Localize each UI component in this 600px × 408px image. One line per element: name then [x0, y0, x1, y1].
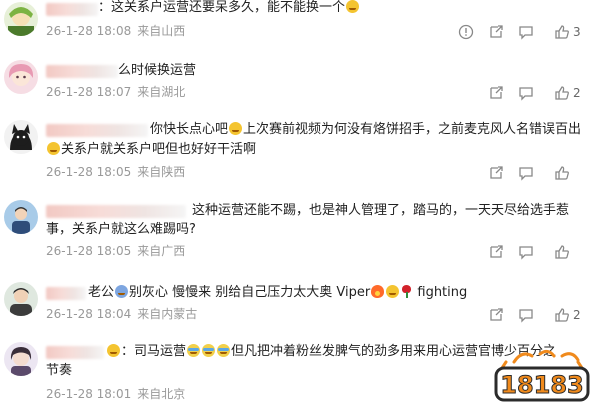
like-count: 3 — [573, 25, 581, 39]
reply-icon[interactable] — [518, 307, 534, 323]
comment-date: 26-1-28 18:08 — [46, 24, 132, 38]
like-count: 2 — [573, 308, 581, 322]
username-blurred[interactable] — [46, 124, 148, 137]
comment-location: 来自山西 — [137, 24, 186, 38]
comment-text: 么时候换运营 — [118, 63, 197, 78]
username-blurred[interactable] — [46, 3, 98, 16]
comment-meta: 26-1-28 18:08 来自山西 — [46, 22, 185, 39]
emoji-icon — [202, 344, 216, 357]
comment-meta: 26-1-28 18:04 来自内蒙古 — [46, 305, 197, 322]
watermark-text: 18183 — [500, 371, 584, 399]
comment-text: 老公 别灰心 慢慢来 别给自己压力太大奥 Viper fighting — [88, 285, 468, 300]
comment-actions — [430, 244, 600, 260]
comment-date: 26-1-28 18:05 — [46, 165, 132, 179]
reply-icon[interactable] — [518, 244, 534, 260]
comment-text: ：这关系户运营还要呆多久，能不能换一个 — [98, 0, 360, 17]
comment-item: 么时候换运营 26-1-28 18:07 来自湖北 2 — [0, 60, 600, 120]
comment-actions — [430, 165, 600, 181]
emoji-icon — [229, 122, 243, 135]
comment-actions: 3 — [430, 24, 600, 40]
reply-icon[interactable] — [518, 165, 534, 181]
comment-location: 来自北京 — [137, 387, 186, 401]
avatar[interactable] — [4, 120, 38, 154]
comment-text: 事，关系户就这么难踢吗? — [46, 222, 196, 237]
comment-text: ：司马运营 但凡把冲着粉丝发脾气的劲多用来用心运营官博少百分之 — [106, 343, 556, 361]
avatar[interactable] — [4, 342, 38, 376]
comment-text: 你快长点心吧 上次赛前视频为何没有烙饼招手，之前麦克风人名错误百出 — [150, 122, 582, 137]
warning-icon[interactable] — [458, 24, 474, 40]
comment-location: 来自广西 — [137, 244, 186, 258]
username-blurred[interactable] — [46, 65, 118, 78]
comment-location: 来自内蒙古 — [137, 307, 198, 321]
comment-text: 关系户就关系户吧但也好好干活啊 — [46, 141, 256, 159]
comment-actions: 2 — [430, 85, 600, 101]
share-icon[interactable] — [488, 85, 504, 101]
emoji-icon — [115, 285, 129, 298]
like-count: 2 — [573, 86, 581, 100]
comment-date: 26-1-28 18:07 — [46, 85, 132, 99]
flower-emoji-icon — [401, 285, 412, 298]
emoji-icon — [107, 344, 120, 357]
share-icon[interactable] — [488, 24, 504, 40]
comment-meta: 26-1-28 18:05 来自广西 — [46, 242, 185, 259]
like-icon[interactable] — [554, 165, 570, 181]
watermark-logo: 18183 — [492, 348, 592, 404]
like-icon[interactable] — [554, 307, 570, 323]
emoji-icon — [187, 344, 201, 357]
comment-item: 你快长点心吧 上次赛前视频为何没有烙饼招手，之前麦克风人名错误百出 关系户就关系户… — [0, 118, 600, 198]
share-icon[interactable] — [488, 165, 504, 181]
avatar[interactable] — [4, 60, 38, 94]
comment-meta: 26-1-28 18:07 来自湖北 — [46, 83, 185, 100]
share-icon[interactable] — [488, 307, 504, 323]
comment-item: 这种运营还能不踢，也是神人管理了，踏马的，一天天尽给选手惹 事，关系户就这么难踢… — [0, 200, 600, 278]
comment-actions: 2 — [430, 307, 600, 323]
reply-icon[interactable] — [518, 24, 534, 40]
avatar[interactable] — [4, 200, 38, 234]
username-blurred[interactable] — [46, 346, 104, 359]
avatar[interactable] — [4, 2, 38, 36]
comment-date: 26-1-28 18:04 — [46, 307, 132, 321]
comment-text: 这种运营还能不踢，也是神人管理了，踏马的，一天天尽给选手惹 — [192, 203, 570, 218]
comment-location: 来自陕西 — [137, 165, 186, 179]
comment-location: 来自湖北 — [137, 85, 186, 99]
share-icon[interactable] — [488, 244, 504, 260]
comment-item: 老公 别灰心 慢慢来 别给自己压力太大奥 Viper fighting 26-1-… — [0, 282, 600, 338]
comment-date: 26-1-28 18:05 — [46, 244, 132, 258]
emoji-icon — [386, 285, 400, 298]
emoji-icon — [346, 0, 360, 13]
username-blurred[interactable] — [46, 287, 86, 300]
comment-date: 26-1-28 18:01 — [46, 387, 132, 401]
reply-icon[interactable] — [518, 85, 534, 101]
avatar[interactable] — [4, 282, 38, 316]
comment-meta: 26-1-28 18:01 来自北京 — [46, 385, 185, 402]
emoji-icon — [371, 285, 385, 298]
emoji-icon — [217, 344, 231, 357]
comment-meta: 26-1-28 18:05 来自陕西 — [46, 163, 185, 180]
comment-text: 节奏 — [46, 363, 73, 378]
username-blurred[interactable] — [46, 205, 186, 218]
emoji-icon — [47, 142, 60, 155]
like-icon[interactable] — [554, 244, 570, 260]
like-icon[interactable] — [554, 24, 570, 40]
like-icon[interactable] — [554, 85, 570, 101]
